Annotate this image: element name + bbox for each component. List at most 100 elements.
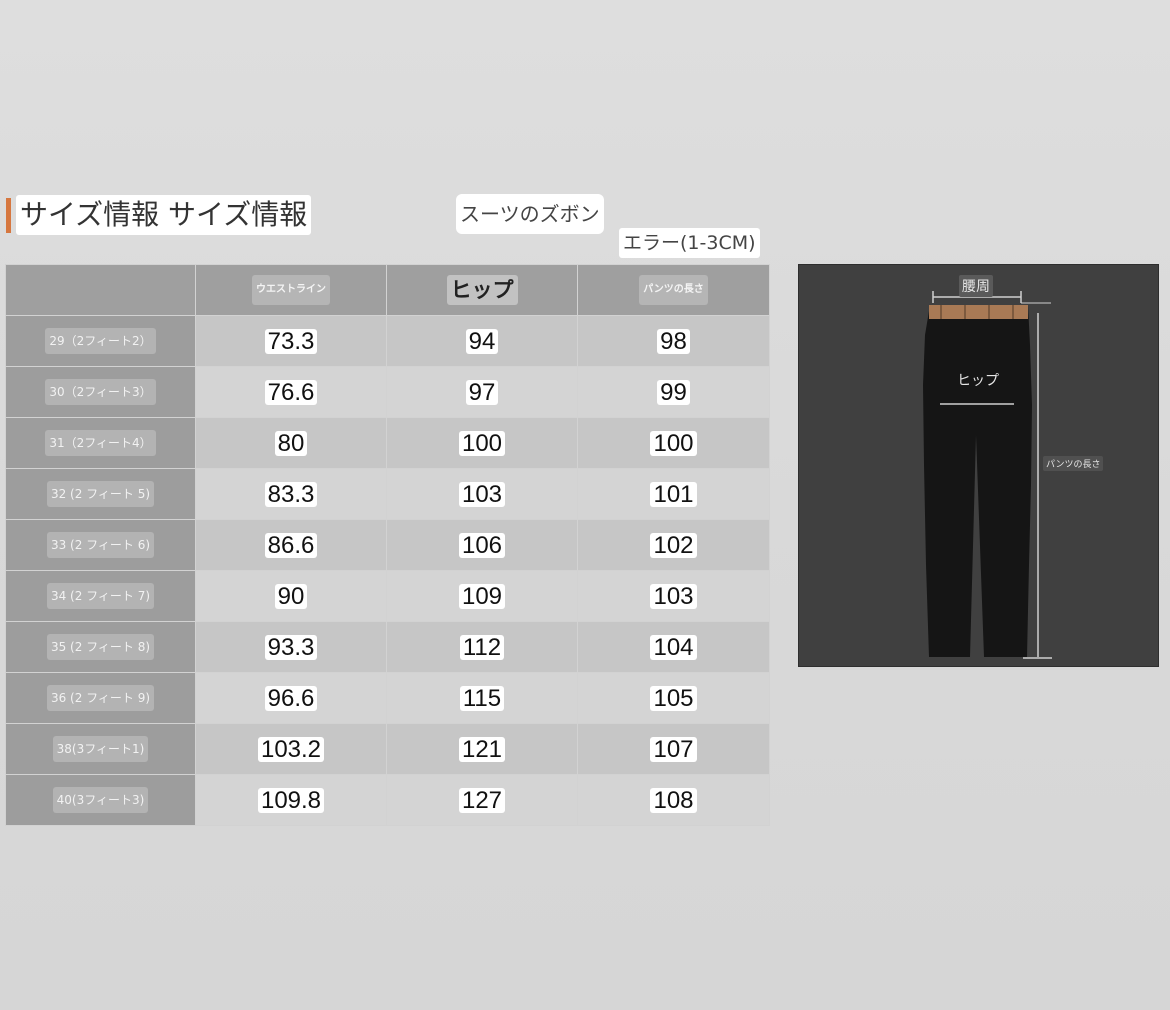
size-cell: 35 (2 フィート 8) [5, 621, 196, 673]
waist-cell-value: 73.3 [264, 328, 318, 354]
size-cell-value: 33 (2 フィート 6) [46, 532, 155, 558]
size-cell-value: 32 (2 フィート 5) [46, 481, 155, 507]
table-header-row: ウエストライン ヒップ パンツの長さ [5, 264, 770, 316]
title-accent-bar [6, 198, 11, 233]
waist-cell: 76.6 [195, 366, 387, 418]
table-row: 31（2フィート4） 80 100 100 [5, 417, 770, 469]
waist-cell: 96.6 [195, 672, 387, 724]
length-cell-value: 103 [650, 583, 697, 609]
header-hip-label: ヒップ [446, 275, 518, 305]
waist-cell-value: 86.6 [264, 532, 318, 558]
hip-cell-value: 106 [458, 532, 506, 558]
size-cell: 38(3フィート1) [5, 723, 196, 775]
waist-cell: 83.3 [195, 468, 387, 520]
header-waist-label: ウエストライン [252, 275, 330, 305]
size-cell-value: 29（2フィート2） [45, 328, 156, 354]
hip-cell: 112 [386, 621, 578, 673]
waist-cell-value: 96.6 [264, 685, 318, 711]
length-cell-value: 104 [650, 634, 697, 660]
hip-cell: 106 [386, 519, 578, 571]
header-hip: ヒップ [386, 264, 578, 316]
size-cell-value: 30（2フィート3） [45, 379, 156, 405]
page-title: サイズ情報 サイズ情報 [16, 195, 312, 235]
table-row: 36 (2 フィート 9) 96.6 115 105 [5, 672, 770, 724]
waist-cell: 109.8 [195, 774, 387, 826]
waist-cell-value: 103.2 [257, 736, 325, 762]
length-cell-value: 107 [650, 736, 697, 762]
waist-cell-value: 93.3 [264, 634, 318, 660]
table-row: 38(3フィート1) 103.2 121 107 [5, 723, 770, 775]
hip-cell-value: 115 [459, 685, 505, 711]
size-cell: 40(3フィート3) [5, 774, 196, 826]
waist-cell: 90 [195, 570, 387, 622]
waist-cell-value: 109.8 [257, 787, 325, 813]
header-waist: ウエストライン [195, 264, 387, 316]
hip-cell: 109 [386, 570, 578, 622]
waist-cell: 103.2 [195, 723, 387, 775]
size-cell: 30（2フィート3） [5, 366, 196, 418]
length-cell: 101 [577, 468, 770, 520]
length-cell-value: 100 [650, 430, 697, 456]
size-cell: 36 (2 フィート 9) [5, 672, 196, 724]
size-cell: 33 (2 フィート 6) [5, 519, 196, 571]
table-row: 35 (2 フィート 8) 93.3 112 104 [5, 621, 770, 673]
table-row: 33 (2 フィート 6) 86.6 106 102 [5, 519, 770, 571]
hip-cell: 127 [386, 774, 578, 826]
length-cell: 107 [577, 723, 770, 775]
size-cell: 31（2フィート4） [5, 417, 196, 469]
size-cell-value: 35 (2 フィート 8) [46, 634, 155, 660]
hip-cell-value: 127 [458, 787, 506, 813]
header-length: パンツの長さ [577, 264, 770, 316]
hip-diagram-label: ヒップ [957, 373, 999, 389]
hip-cell: 100 [386, 417, 578, 469]
size-cell-value: 38(3フィート1) [52, 736, 149, 762]
hip-cell-value: 103 [458, 481, 506, 507]
pants-shape [923, 305, 1032, 657]
length-cell: 98 [577, 315, 770, 367]
length-cell-value: 98 [657, 328, 690, 354]
length-cell-value: 105 [650, 685, 697, 711]
size-cell: 34 (2 フィート 7) [5, 570, 196, 622]
length-cell: 104 [577, 621, 770, 673]
size-cell-value: 34 (2 フィート 7) [46, 583, 155, 609]
size-cell: 29（2フィート2） [5, 315, 196, 367]
length-cell-value: 102 [650, 532, 697, 558]
waist-diagram-label: 腰周 [959, 275, 993, 297]
length-cell: 100 [577, 417, 770, 469]
waist-cell: 80 [195, 417, 387, 469]
length-cell: 105 [577, 672, 770, 724]
waist-cell: 86.6 [195, 519, 387, 571]
waist-cell-value: 80 [274, 430, 308, 456]
length-cell-value: 101 [650, 481, 697, 507]
pants-illustration [923, 291, 1052, 659]
hip-cell-value: 121 [458, 736, 506, 762]
size-cell-value: 31（2フィート4） [45, 430, 156, 456]
header-size [5, 264, 196, 316]
size-cell-value: 40(3フィート3) [52, 787, 149, 813]
hip-cell: 97 [386, 366, 578, 418]
header-length-label: パンツの長さ [639, 275, 708, 305]
size-cell-value: 36 (2 フィート 9) [46, 685, 155, 711]
table-row: 30（2フィート3） 76.6 97 99 [5, 366, 770, 418]
length-diagram-label: パンツの長さ [1043, 456, 1104, 471]
table-row: 40(3フィート3) 109.8 127 108 [5, 774, 770, 826]
waist-cell: 73.3 [195, 315, 387, 367]
hip-cell: 115 [386, 672, 578, 724]
length-cell: 99 [577, 366, 770, 418]
table-row: 29（2フィート2） 73.3 94 98 [5, 315, 770, 367]
waist-cell-value: 76.6 [264, 379, 318, 405]
size-table: ウエストライン ヒップ パンツの長さ 29（2フィート2） 73.3 94 98 30（… [5, 264, 770, 826]
length-cell-value: 99 [657, 379, 690, 405]
waist-cell-value: 90 [274, 583, 308, 609]
product-subtitle: スーツのズボン [456, 194, 604, 234]
pants-diagram: 腰周 ヒップ パンツの長さ [798, 264, 1159, 667]
hip-cell-value: 100 [458, 430, 506, 456]
hip-cell: 121 [386, 723, 578, 775]
table-row: 32 (2 フィート 5) 83.3 103 101 [5, 468, 770, 520]
waist-cell: 93.3 [195, 621, 387, 673]
hip-cell-value: 97 [465, 379, 499, 405]
hip-cell: 103 [386, 468, 578, 520]
size-cell: 32 (2 フィート 5) [5, 468, 196, 520]
hip-cell-value: 112 [459, 634, 505, 660]
hip-cell: 94 [386, 315, 578, 367]
